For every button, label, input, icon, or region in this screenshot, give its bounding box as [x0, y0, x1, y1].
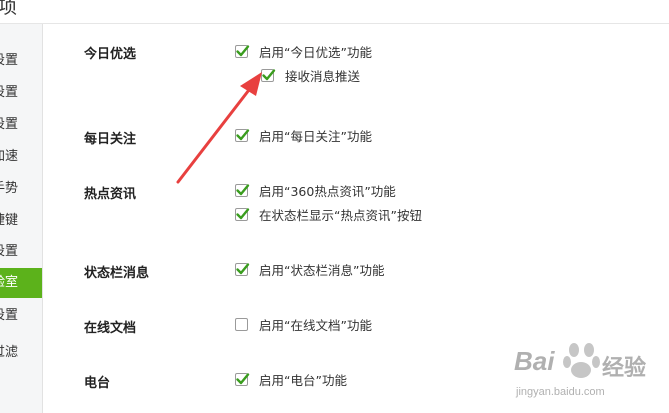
watermark-url: jingyan.baidu.com [516, 386, 605, 398]
watermark: Bai 经验 jingyan.baidu.com [512, 338, 662, 408]
paw-logo-icon [563, 343, 600, 378]
watermark-brand: Bai [514, 346, 555, 376]
watermark-brand-suffix: 经验 [602, 355, 647, 380]
